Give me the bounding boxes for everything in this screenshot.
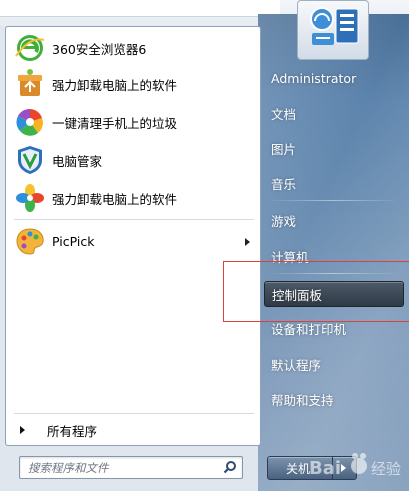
uninstall-box-icon [14, 68, 46, 100]
program-item-picpick[interactable]: PicPick [12, 224, 256, 258]
program-label: 强力卸载电脑上的软件 [52, 191, 178, 207]
svg-text:经验: 经验 [371, 460, 401, 478]
all-programs-button[interactable]: 所有程序 [12, 419, 256, 441]
picpick-submenu-arrow-icon[interactable] [245, 238, 250, 246]
phone-cleaner-icon [14, 106, 46, 138]
360-browser-icon [14, 32, 46, 64]
pinwheel-icon [14, 182, 46, 214]
start-menu-left-pane: 360安全浏览器6 强力卸载电脑上的软件 一键清理手机上的垃圾 电脑管家 强力卸… [5, 26, 261, 446]
separator [266, 200, 400, 201]
right-item-username[interactable]: Administrator [264, 65, 404, 91]
annotation-highlight-box [223, 261, 409, 322]
right-item-music[interactable]: 音乐 [264, 170, 404, 196]
svg-text:Bai: Bai [309, 458, 341, 479]
right-item-pictures[interactable]: 图片 [264, 135, 404, 161]
separator [14, 219, 254, 220]
control-panel-icon [310, 7, 359, 45]
background-window-edge [0, 0, 280, 17]
program-item-pc-manager[interactable]: 电脑管家 [12, 143, 256, 177]
program-item-phone-cleaner[interactable]: 一键清理手机上的垃圾 [12, 105, 256, 139]
program-item-360-browser[interactable]: 360安全浏览器6 [12, 31, 256, 65]
right-item-default-programs[interactable]: 默认程序 [264, 351, 404, 377]
search-input[interactable] [26, 459, 220, 477]
program-item-uninstaller-2[interactable]: 强力卸载电脑上的软件 [12, 181, 256, 215]
picpick-palette-icon [14, 225, 46, 257]
all-programs-label: 所有程序 [47, 423, 98, 439]
pc-manager-shield-icon [14, 144, 46, 176]
user-picture[interactable] [297, 0, 369, 60]
right-item-games[interactable]: 游戏 [264, 207, 404, 233]
program-label: 电脑管家 [52, 153, 103, 169]
right-item-help-support[interactable]: 帮助和支持 [264, 386, 404, 412]
search-icon[interactable] [223, 460, 237, 474]
search-box[interactable] [19, 456, 243, 479]
program-label: PicPick [52, 233, 95, 249]
separator [14, 413, 254, 414]
program-label: 360安全浏览器6 [52, 41, 147, 57]
right-item-documents[interactable]: 文档 [264, 100, 404, 126]
arrow-right-icon [20, 426, 25, 434]
program-label: 强力卸载电脑上的软件 [52, 77, 178, 93]
baidu-watermark-logo: Bai 经验 [309, 453, 401, 479]
program-item-uninstaller[interactable]: 强力卸载电脑上的软件 [12, 67, 256, 101]
program-label: 一键清理手机上的垃圾 [52, 115, 178, 131]
